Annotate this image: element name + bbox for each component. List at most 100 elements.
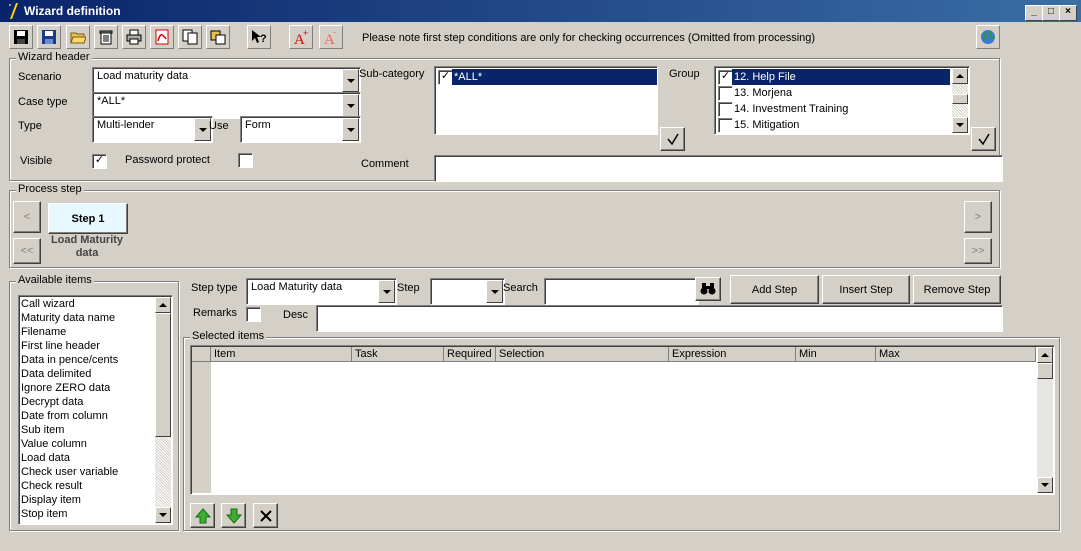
available-items-list[interactable]: Call wizard Maturity data name Filename Fir… [18,295,173,525]
chevron-down-icon[interactable] [342,69,359,92]
step-type-select[interactable]: Load Maturity data [246,278,397,305]
group-scrollbar[interactable] [952,68,968,133]
scroll-down-icon[interactable] [952,117,968,133]
group-list[interactable]: ✓ 12. Help File 13. Morjena 14. Investme… [714,66,970,135]
step-select[interactable] [430,278,505,305]
delete-item-button[interactable] [253,503,278,528]
pdf-button[interactable] [150,25,174,49]
sub-category-item-label: *ALL* [452,69,657,85]
list-item[interactable]: ✓ 12. Help File [717,69,950,85]
web-button[interactable] [976,25,1000,49]
list-item[interactable]: Filename [19,325,172,339]
scroll-up-icon[interactable] [952,68,968,84]
maximize-button[interactable]: □ [1042,5,1060,21]
type-select[interactable]: Multi-lender [92,116,213,143]
list-item[interactable]: Load data [19,451,172,465]
first-step-button[interactable]: << [13,238,41,264]
scroll-thumb[interactable] [1037,363,1053,379]
column-header-min[interactable]: Min [796,347,876,362]
next-step-button[interactable]: > [964,201,992,233]
group-checkbox[interactable]: ✓ [718,70,733,85]
sub-category-label: Sub-category [359,68,425,80]
scroll-up-icon[interactable] [155,297,171,313]
list-item[interactable]: 14. Investment Training [717,101,950,117]
list-item[interactable]: Sub item [19,423,172,437]
case-type-label: Case type [18,96,68,108]
chevron-down-icon[interactable] [342,118,359,141]
list-item[interactable]: Check result [19,479,172,493]
save-button[interactable] [9,25,33,49]
move-down-button[interactable] [221,503,246,528]
list-item[interactable]: Decrypt data [19,395,172,409]
search-input[interactable] [544,278,699,305]
list-item[interactable]: Data in pence/cents [19,353,172,367]
paste-button[interactable] [206,25,230,49]
group-checkbox[interactable] [718,86,733,101]
case-type-select[interactable]: *ALL* [92,92,361,119]
visible-checkbox[interactable]: ✓ [92,154,107,169]
move-up-button[interactable] [190,503,215,528]
delete-button[interactable] [94,25,118,49]
list-item[interactable]: Stop item [19,507,172,521]
scroll-down-icon[interactable] [1037,477,1053,493]
sub-category-list[interactable]: ✓ *ALL* [434,66,658,135]
list-item[interactable]: Call wizard [19,297,172,311]
list-item[interactable]: Value column [19,437,172,451]
list-item[interactable]: Maturity data name [19,311,172,325]
password-protect-checkbox[interactable] [238,153,253,168]
copy-button[interactable] [178,25,202,49]
selected-items-scrollbar[interactable] [1037,347,1053,493]
search-button[interactable] [695,277,721,301]
scroll-thumb[interactable] [155,313,171,437]
column-header-item[interactable]: Item [211,347,352,362]
scenario-select[interactable]: Load maturity data [92,67,361,94]
save-as-button[interactable] [37,25,61,49]
list-item[interactable]: First line header [19,339,172,353]
sub-category-confirm-button[interactable] [660,127,685,151]
list-item[interactable]: Data delimited [19,367,172,381]
column-header-selection[interactable]: Selection [496,347,669,362]
list-item[interactable]: Check user variable [19,465,172,479]
add-step-button[interactable]: Add Step [730,275,819,304]
comment-input[interactable] [434,155,1003,182]
remarks-checkbox[interactable] [246,307,261,322]
chevron-down-icon[interactable] [342,94,359,117]
column-header-task[interactable]: Task [352,347,444,362]
group-checkbox[interactable] [718,118,733,133]
scroll-up-icon[interactable] [1037,347,1053,363]
last-step-button[interactable]: >> [964,238,992,264]
column-header-max[interactable]: Max [876,347,1036,362]
text-increase-button[interactable]: A + [289,25,313,49]
minimize-button[interactable]: _ [1025,5,1043,21]
chevron-down-icon[interactable] [378,280,395,303]
list-item[interactable]: Date from column [19,409,172,423]
use-select[interactable]: Form [240,116,361,143]
desc-input[interactable] [316,305,1003,332]
list-item[interactable]: Ignore ZERO data [19,381,172,395]
column-header-expression[interactable]: Expression [669,347,796,362]
list-item[interactable]: Display item [19,493,172,507]
sub-category-checkbox[interactable]: ✓ [438,70,453,85]
help-button[interactable]: ? [247,25,271,49]
list-item[interactable]: ✓ *ALL* [435,69,657,85]
scroll-thumb[interactable] [952,94,968,104]
use-label: Use [209,120,229,132]
chevron-down-icon[interactable] [486,280,503,303]
scroll-down-icon[interactable] [155,507,171,523]
remove-step-button[interactable]: Remove Step [913,275,1001,304]
scenario-value: Load maturity data [97,70,189,82]
list-item[interactable]: 15. Mitigation [717,117,950,133]
group-checkbox[interactable] [718,102,733,117]
group-confirm-button[interactable] [971,127,996,151]
print-button[interactable] [122,25,146,49]
list-item[interactable]: 13. Morjena [717,85,950,101]
step-1-button[interactable]: Step 1 [48,203,128,234]
selected-items-grid[interactable]: Item Task Required Selection Expression … [190,345,1055,495]
available-items-scrollbar[interactable] [155,297,171,523]
close-button[interactable]: × [1059,5,1077,21]
insert-step-button[interactable]: Insert Step [822,275,910,304]
open-button[interactable] [66,25,90,49]
prev-step-button[interactable]: < [13,201,41,233]
text-decrease-button[interactable]: A- [319,25,343,49]
column-header-required[interactable]: Required [444,347,496,362]
